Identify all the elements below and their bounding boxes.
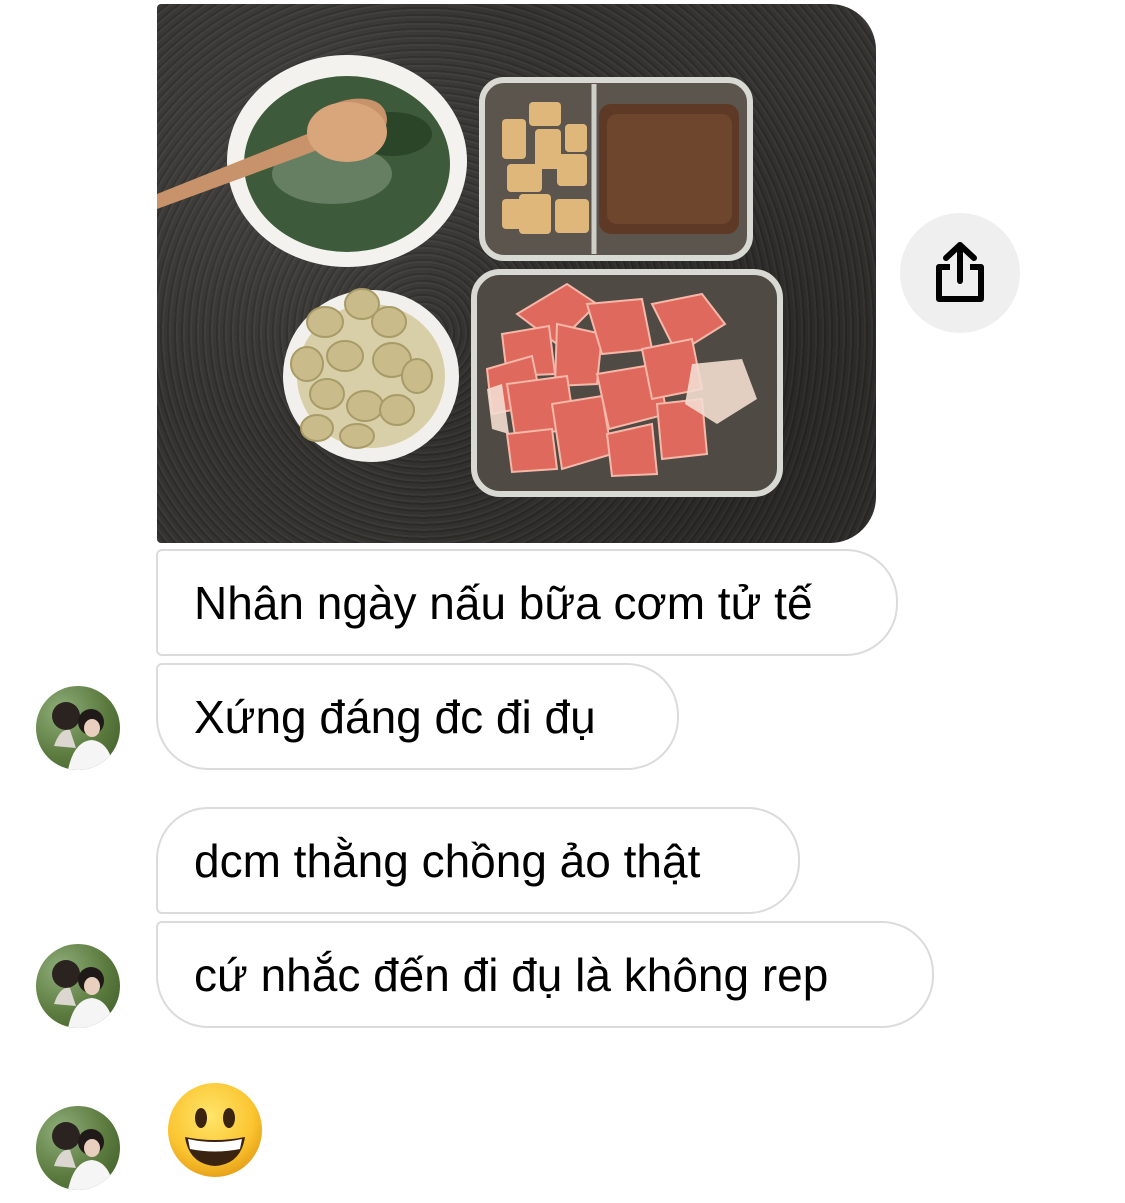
avatar[interactable] bbox=[36, 686, 120, 770]
message-bubble[interactable]: dcm thằng chồng ảo thật bbox=[156, 807, 800, 914]
watermelon-container bbox=[471, 269, 783, 497]
message-bubble[interactable]: Xứng đáng đc đi đụ bbox=[156, 663, 679, 770]
message-text: Xứng đáng đc đi đụ bbox=[194, 690, 596, 743]
message-text: Nhân ngày nấu bữa cơm tử tế bbox=[194, 576, 813, 629]
nuts-bowl bbox=[283, 288, 459, 462]
avatar[interactable] bbox=[36, 944, 120, 1028]
grinning-face-emoji[interactable] bbox=[165, 1080, 265, 1180]
soup-bowl bbox=[157, 55, 467, 267]
grinning-face-icon bbox=[168, 1083, 262, 1177]
photo-message[interactable] bbox=[157, 4, 876, 543]
tofu-meat-container bbox=[479, 77, 753, 261]
share-button[interactable] bbox=[900, 213, 1020, 333]
food-photo bbox=[157, 55, 783, 497]
message-text: cứ nhắc đến đi đụ là không rep bbox=[194, 948, 829, 1001]
avatar-image bbox=[52, 1122, 114, 1190]
avatar-image bbox=[52, 960, 114, 1028]
message-text: dcm thằng chồng ảo thật bbox=[194, 834, 701, 887]
avatar-image bbox=[52, 702, 114, 770]
message-bubble[interactable]: Nhân ngày nấu bữa cơm tử tế bbox=[156, 549, 898, 656]
avatar[interactable] bbox=[36, 1106, 120, 1190]
message-bubble[interactable]: cứ nhắc đến đi đụ là không rep bbox=[156, 921, 934, 1028]
share-icon bbox=[936, 242, 984, 302]
